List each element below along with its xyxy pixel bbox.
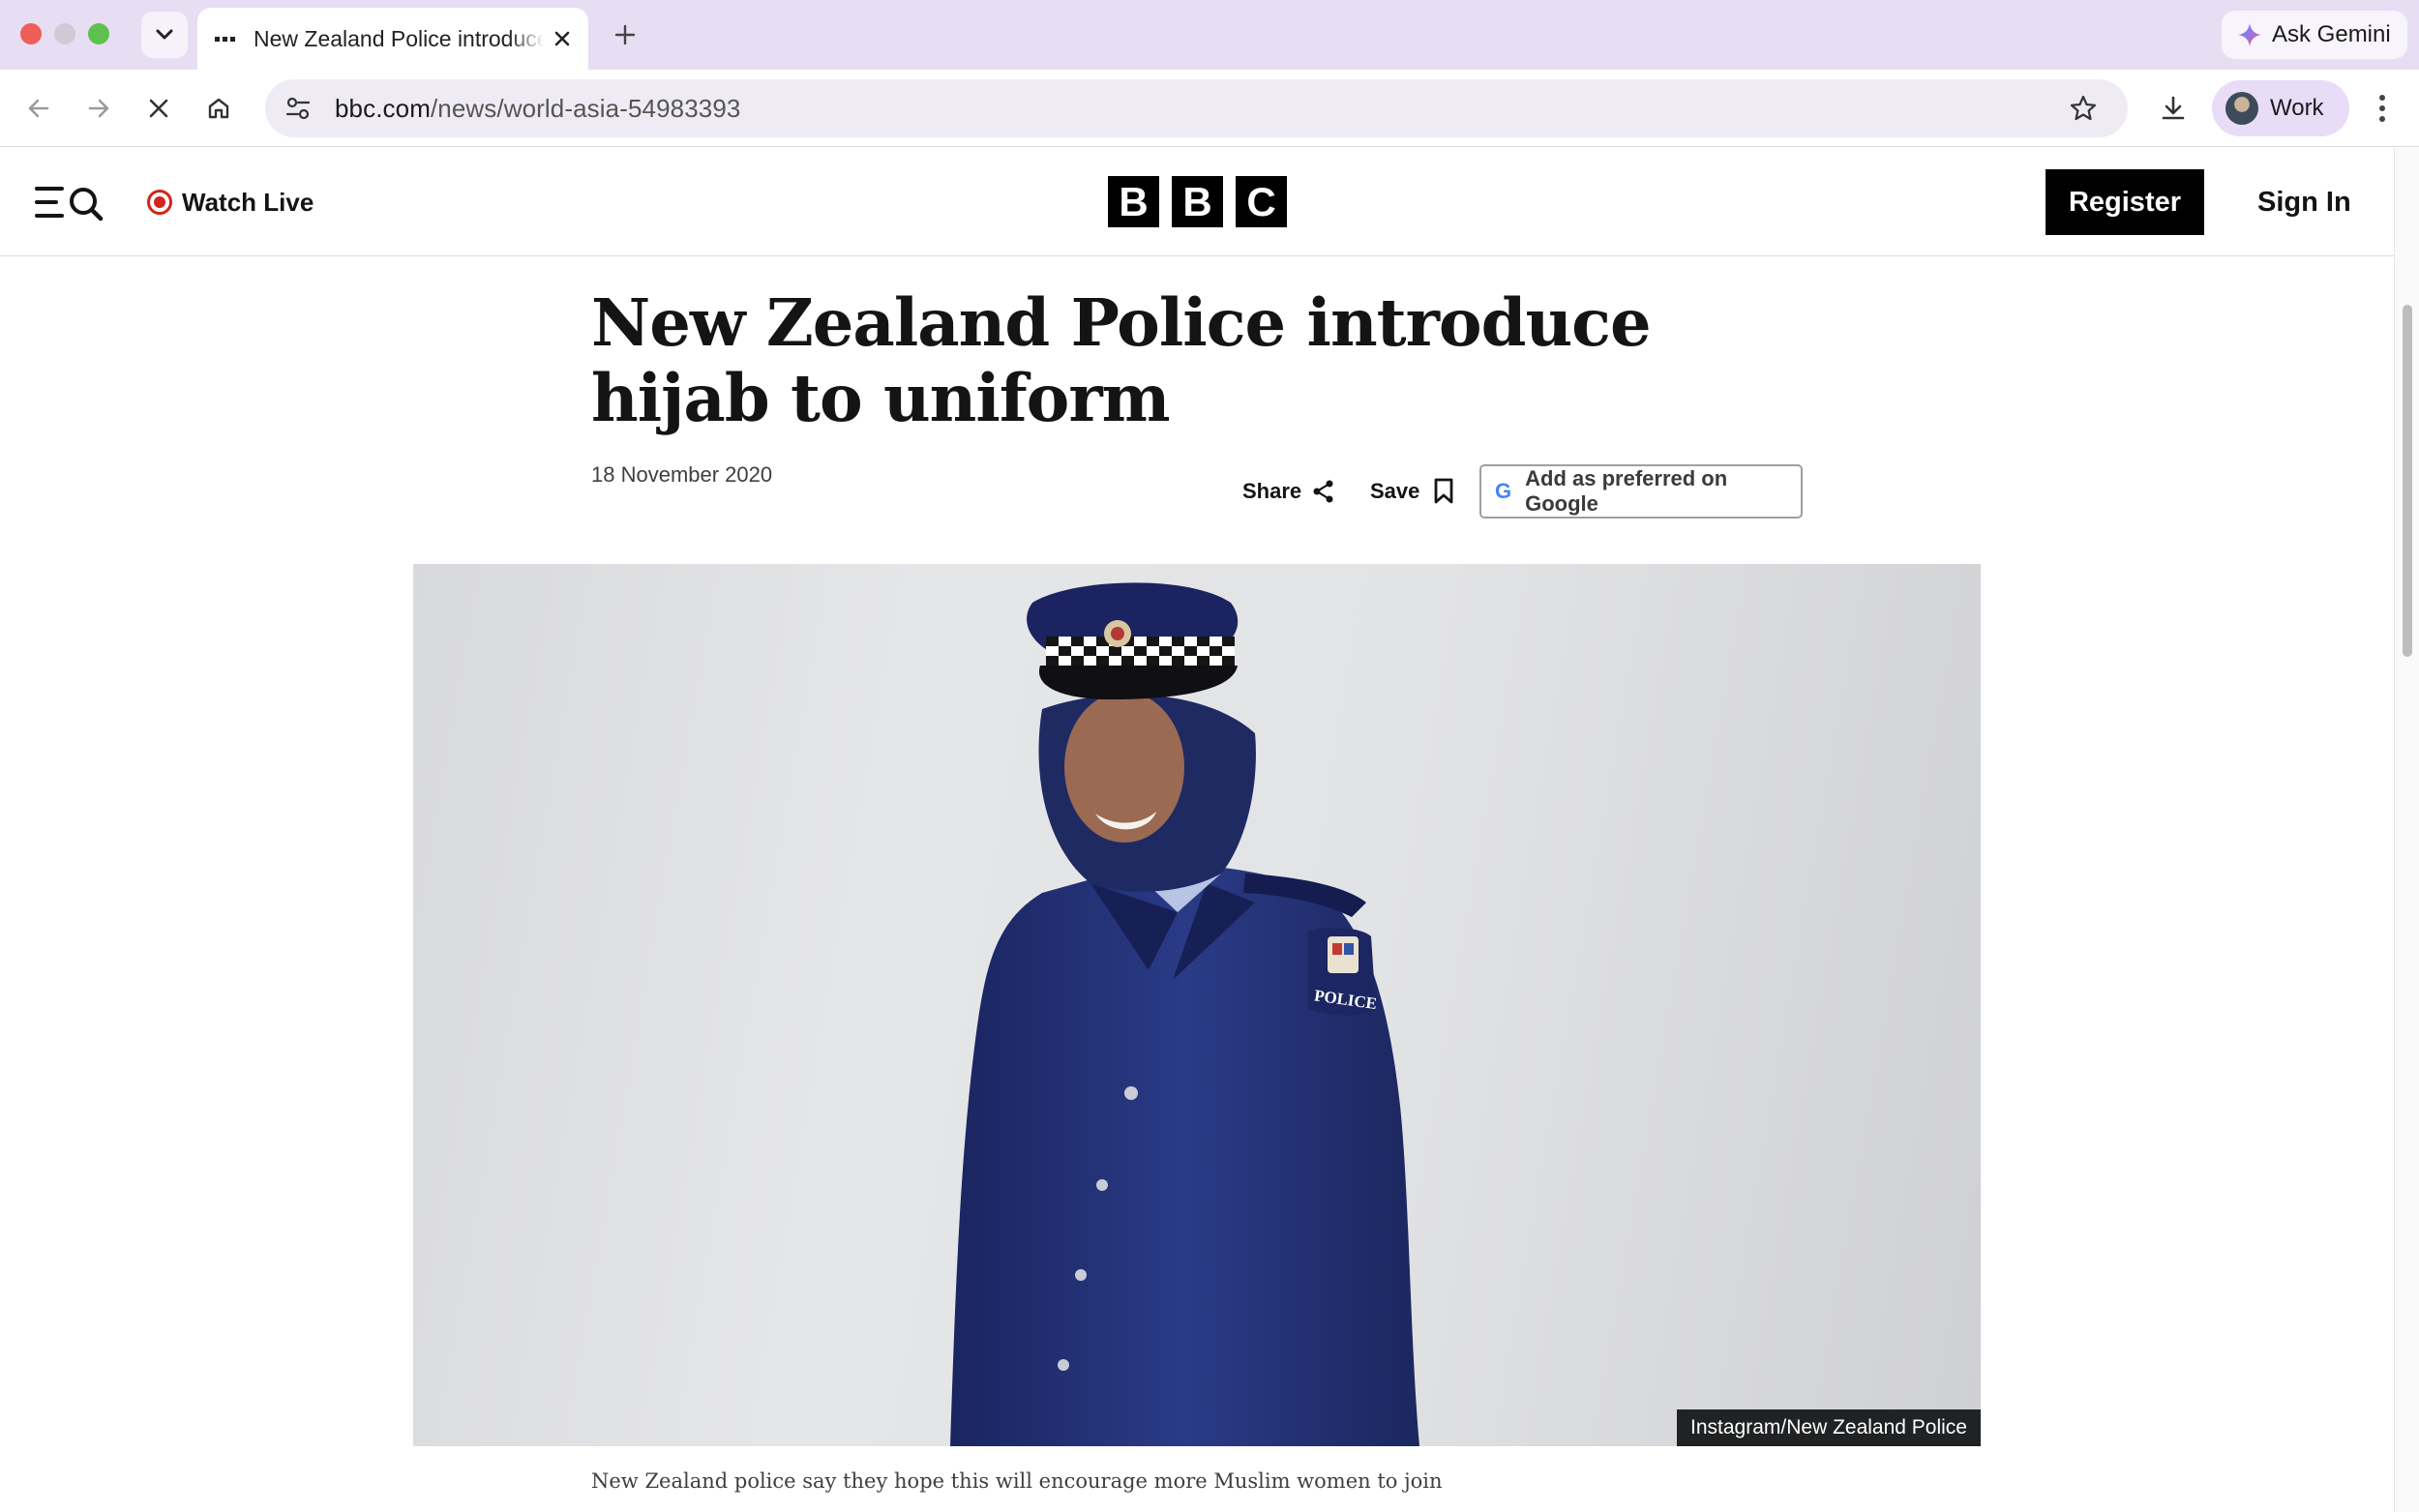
google-pref-label: Add as preferred on Google [1525,466,1728,516]
live-record-icon [147,190,172,215]
address-bar[interactable]: bbc.com/news/world-asia-54983393 [265,79,2128,137]
window-minimize-button[interactable] [54,23,75,44]
bookmark-icon [1434,478,1453,504]
scrollbar-thumb[interactable] [2403,305,2412,657]
share-icon [1313,480,1333,503]
web-page: Watch Live B B C Register Sign In New Ze… [0,148,2394,1512]
share-button[interactable]: Share [1242,475,1336,508]
bbc-favicon-icon [215,28,236,49]
download-icon [2162,96,2185,120]
tab-search-button[interactable] [141,12,188,58]
image-caption: New Zealand police say they hope this wi… [591,1469,1443,1493]
home-button[interactable] [197,87,240,130]
add-preferred-google-button[interactable]: G Add as preferred on Google [1479,464,1803,519]
url-path: /news/world-asia-54983393 [430,93,741,123]
stop-loading-button[interactable] [137,87,180,130]
logo-letter-2: B [1172,176,1223,227]
profile-button[interactable]: Work [2212,80,2349,136]
save-button[interactable]: Save [1370,475,1454,508]
avatar [2225,92,2258,125]
downloads-button[interactable] [2150,85,2196,132]
bbc-site-header: Watch Live B B C Register Sign In [0,148,2394,256]
tab-title: New Zealand Police introduce hijab to un… [254,25,544,51]
article-date: 18 November 2020 [591,462,773,487]
profile-label: Work [2270,95,2324,121]
browser-tab-active[interactable]: New Zealand Police introduce hijab to un… [197,8,588,70]
ask-gemini-button[interactable]: Ask Gemini [2222,11,2407,59]
watch-live-label: Watch Live [182,187,314,217]
plus-icon [614,24,636,45]
bookmark-star-button[interactable] [2064,89,2103,128]
new-tab-button[interactable] [604,14,646,56]
close-icon [149,99,168,118]
sparkle-icon [2238,23,2261,46]
close-tab-button[interactable] [553,24,571,54]
forward-button[interactable] [77,87,120,130]
police-officer-photo: POLICE [950,582,1419,1446]
watch-live-link[interactable]: Watch Live [147,185,314,220]
register-button[interactable]: Register [2046,169,2204,235]
share-label: Share [1242,479,1302,503]
back-button[interactable] [17,87,60,130]
window-close-button[interactable] [20,23,42,44]
chevron-down-icon [156,29,173,40]
google-g-icon: G [1495,479,1512,503]
logo-letter-1: B [1108,176,1159,227]
url-host: bbc.com [335,93,431,123]
bbc-logo[interactable]: B B C [1108,176,1287,227]
sign-in-link[interactable]: Sign In [2257,169,2351,235]
site-info-button[interactable] [279,89,317,128]
article-hero-image: POLICE Instagram/New Zealand Police [413,564,1981,1446]
menu-search-button[interactable] [35,183,105,223]
logo-letter-3: C [1236,176,1287,227]
home-icon [208,98,229,119]
star-icon [2070,95,2097,121]
menu-search-icon [35,187,104,222]
save-label: Save [1370,479,1420,503]
kebab-menu-icon [2379,95,2385,101]
window-maximize-button[interactable] [88,23,109,44]
browser-tab-bar: New Zealand Police introduce hijab to un… [0,0,2419,70]
page-scrollbar[interactable] [2394,148,2419,1512]
browser-menu-button[interactable] [2365,85,2400,132]
ask-gemini-label: Ask Gemini [2272,21,2391,47]
image-credit: Instagram/New Zealand Police [1677,1409,1981,1446]
browser-toolbar: bbc.com/news/world-asia-54983393 Work [0,70,2419,147]
article-headline: New Zealand Police introduce hijab to un… [591,284,1652,436]
tune-icon [285,97,311,120]
url-text[interactable]: bbc.com/news/world-asia-54983393 [335,94,740,124]
close-icon [554,31,570,45]
arrow-right-icon [88,99,109,118]
arrow-left-icon [28,99,49,118]
